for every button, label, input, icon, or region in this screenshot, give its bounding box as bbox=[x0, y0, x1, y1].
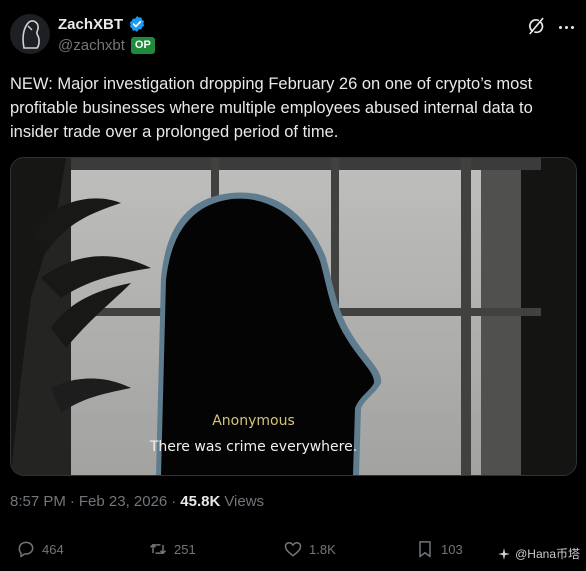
like-count: 1.8K bbox=[309, 541, 336, 557]
repost-count: 251 bbox=[174, 541, 196, 557]
video-caption-line: There was crime everywhere. bbox=[149, 439, 358, 455]
watermark-logo-icon bbox=[498, 547, 510, 560]
like-button[interactable]: 1.8K bbox=[283, 539, 336, 559]
repost-icon bbox=[149, 543, 167, 555]
bookmark-button[interactable]: 103 bbox=[415, 539, 463, 559]
tweet-meta: 8:57 PM · Feb 23, 2026 · 45.8K Views bbox=[10, 493, 264, 510]
tweet-video[interactable]: Anonymous There was crime everywhere. bbox=[10, 157, 577, 476]
meta-separator: · bbox=[171, 493, 177, 510]
reply-count: 464 bbox=[42, 541, 64, 557]
author-handle-row: @zachxbt OP bbox=[58, 37, 155, 54]
tweet-time[interactable]: 8:57 PM bbox=[10, 493, 66, 510]
tweet-date[interactable]: Feb 23, 2026 bbox=[79, 493, 167, 510]
meta-separator: · bbox=[69, 493, 75, 510]
author-name[interactable]: ZachXBT bbox=[58, 16, 123, 33]
reply-icon bbox=[18, 541, 34, 558]
tweet-actions: 464 251 1.8K 103 bbox=[10, 539, 576, 567]
watermark-text: @Hana币塔 bbox=[515, 547, 580, 561]
views-count: 45.8K bbox=[180, 493, 221, 510]
bookmark-count: 103 bbox=[441, 541, 463, 557]
op-badge: OP bbox=[130, 37, 155, 54]
author-name-row: ZachXBT bbox=[58, 15, 146, 33]
views-label: Views bbox=[224, 493, 265, 510]
bookmark-icon bbox=[419, 541, 431, 558]
more-options-icon[interactable] bbox=[554, 17, 578, 37]
reply-button[interactable]: 464 bbox=[16, 539, 64, 559]
author-avatar[interactable] bbox=[10, 14, 50, 54]
tweet-text: NEW: Major investigation dropping Februa… bbox=[10, 75, 533, 141]
watermark: @Hana币塔 bbox=[497, 545, 580, 562]
grok-icon[interactable] bbox=[526, 16, 546, 36]
verified-badge-icon bbox=[129, 16, 145, 32]
video-caption-name: Anonymous bbox=[212, 413, 295, 429]
repost-button[interactable]: 251 bbox=[148, 539, 196, 559]
heart-icon bbox=[284, 541, 302, 557]
author-handle[interactable]: @zachxbt bbox=[58, 37, 125, 54]
